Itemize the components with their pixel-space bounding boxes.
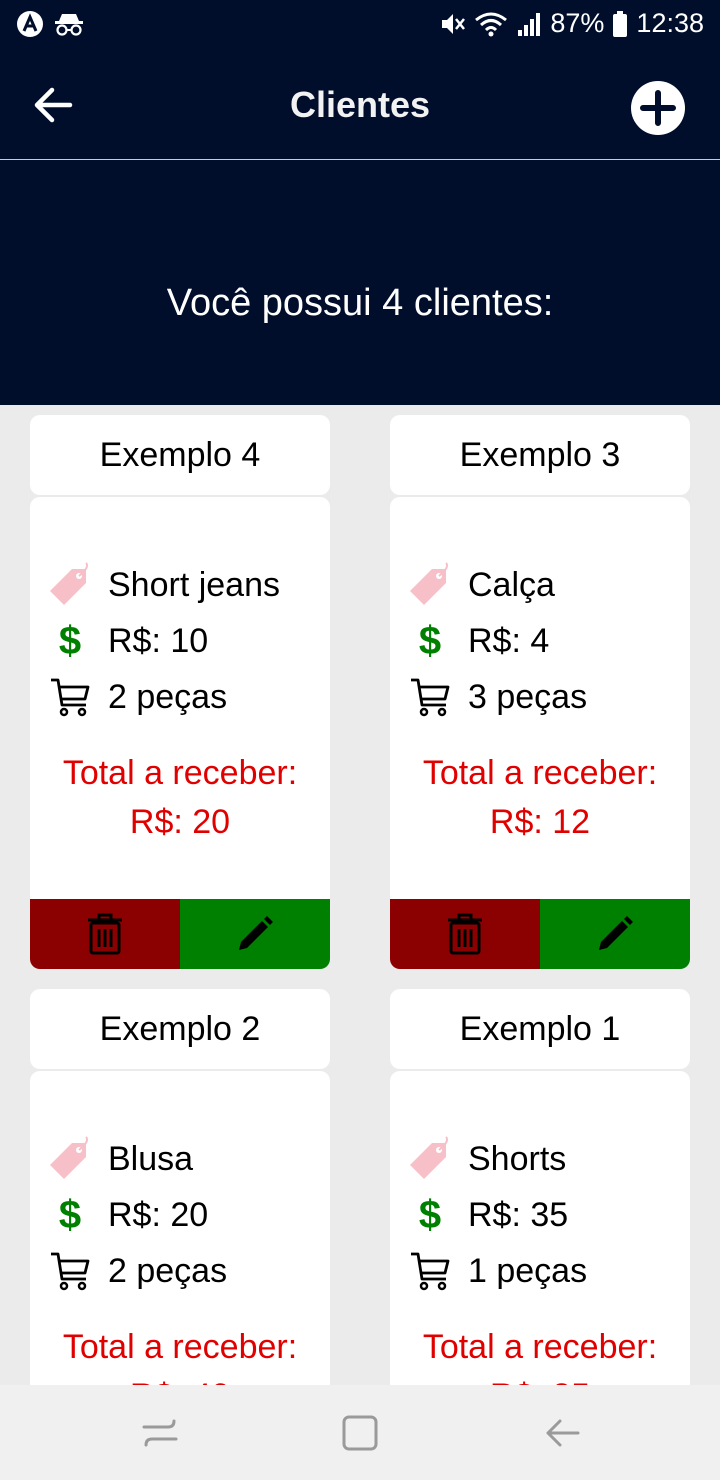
total-block: Total a receber: R$: 40 xyxy=(30,1323,330,1385)
price-value: R$: 20 xyxy=(108,1195,209,1234)
home-icon[interactable] xyxy=(340,1413,380,1453)
client-name: Exemplo 2 xyxy=(30,989,330,1069)
price-value: R$: 35 xyxy=(468,1195,569,1234)
total-label: Total a receber: xyxy=(422,754,658,792)
tag-icon xyxy=(406,561,454,609)
header-band: Você possui 4 clientes: xyxy=(0,160,720,405)
wifi-icon xyxy=(475,12,508,36)
plus-circle-icon[interactable] xyxy=(630,80,686,136)
price-row: $ R$: 35 xyxy=(406,1191,568,1239)
page-title: Clientes xyxy=(289,84,431,125)
total-block: Total a receber: R$: 12 xyxy=(390,749,690,848)
total-value: R$: 20 xyxy=(129,803,231,842)
client-count-text: Você possui 4 clientes: xyxy=(166,282,554,324)
edit-button[interactable] xyxy=(540,899,690,969)
product-row: Calça xyxy=(406,561,555,609)
client-name: Exemplo 1 xyxy=(390,989,690,1069)
card-actions xyxy=(390,899,690,969)
dollar-icon: $ xyxy=(58,1192,82,1237)
price-row: $ R$: 4 xyxy=(406,617,549,665)
tag-icon xyxy=(406,1135,454,1183)
cart-icon xyxy=(406,1247,454,1295)
mute-icon xyxy=(442,13,466,34)
product-name: Short jeans xyxy=(108,565,280,604)
client-details-card: Short jeans $ R$: 10 2 peças Total a rec… xyxy=(30,497,330,969)
product-row: Short jeans xyxy=(46,561,280,609)
client-details-card: Blusa $ R$: 20 2 peças Total a receber: … xyxy=(30,1071,330,1385)
app-bar: Clientes xyxy=(0,50,720,160)
quantity-value: 3 peças xyxy=(468,677,588,716)
quantity-value: 2 peças xyxy=(108,677,228,716)
trash-icon xyxy=(448,913,482,955)
back-nav-icon[interactable] xyxy=(542,1413,582,1453)
tag-icon xyxy=(46,1135,94,1183)
product-name: Blusa xyxy=(108,1139,194,1178)
price-row: $ R$: 20 xyxy=(46,1191,208,1239)
dollar-icon: $ xyxy=(418,618,442,663)
dollar-icon: $ xyxy=(418,1192,442,1237)
battery-icon xyxy=(613,10,628,37)
cart-icon xyxy=(46,673,94,721)
product-row: Blusa xyxy=(46,1135,193,1183)
signal-icon xyxy=(518,12,541,36)
tag-icon xyxy=(46,561,94,609)
pencil-icon xyxy=(599,916,633,950)
client-name: Exemplo 4 xyxy=(30,415,330,495)
status-bar: 87% 12:38 xyxy=(0,0,720,50)
quantity-row: 3 peças xyxy=(406,673,587,721)
app-notification-icon xyxy=(17,11,43,37)
edit-button[interactable] xyxy=(180,899,330,969)
product-name: Calça xyxy=(468,565,555,604)
incognito-icon xyxy=(55,14,83,36)
price-value: R$: 4 xyxy=(468,621,550,660)
price-value: R$: 10 xyxy=(108,621,209,660)
client-details-card: Calça $ R$: 4 3 peças Total a receber: R… xyxy=(390,497,690,969)
total-label: Total a receber: xyxy=(62,1328,298,1366)
delete-button[interactable] xyxy=(30,899,180,969)
quantity-row: 2 peças xyxy=(46,673,227,721)
clock: 12:38 xyxy=(636,8,704,38)
price-row: $ R$: 10 xyxy=(46,617,208,665)
quantity-value: 2 peças xyxy=(108,1251,228,1290)
total-block: Total a receber: R$: 35 xyxy=(390,1323,690,1385)
quantity-row: 2 peças xyxy=(46,1247,227,1295)
product-row: Shorts xyxy=(406,1135,566,1183)
quantity-row: 1 peças xyxy=(406,1247,587,1295)
cart-icon xyxy=(406,673,454,721)
delete-button[interactable] xyxy=(390,899,540,969)
quantity-value: 1 peças xyxy=(468,1251,588,1290)
card-actions xyxy=(30,899,330,969)
cart-icon xyxy=(46,1247,94,1295)
total-value: R$: 12 xyxy=(489,803,591,842)
pencil-icon xyxy=(239,916,273,950)
client-details-card: Shorts $ R$: 35 1 peças Total a receber:… xyxy=(390,1071,690,1385)
client-name: Exemplo 3 xyxy=(390,415,690,495)
total-value: R$: 35 xyxy=(390,1372,690,1385)
total-block: Total a receber: R$: 20 xyxy=(30,749,330,848)
recent-apps-icon[interactable] xyxy=(140,1413,180,1453)
system-nav-bar xyxy=(0,1385,720,1480)
total-label: Total a receber: xyxy=(62,754,298,792)
battery-percent: 87% xyxy=(550,8,605,38)
trash-icon xyxy=(88,913,122,955)
client-grid: Exemplo 4 Short jeans $ R$: 10 2 peças T… xyxy=(0,405,720,1385)
product-name: Shorts xyxy=(468,1139,567,1178)
total-value: R$: 40 xyxy=(30,1372,330,1385)
dollar-icon: $ xyxy=(58,618,82,663)
total-label: Total a receber: xyxy=(422,1328,658,1366)
